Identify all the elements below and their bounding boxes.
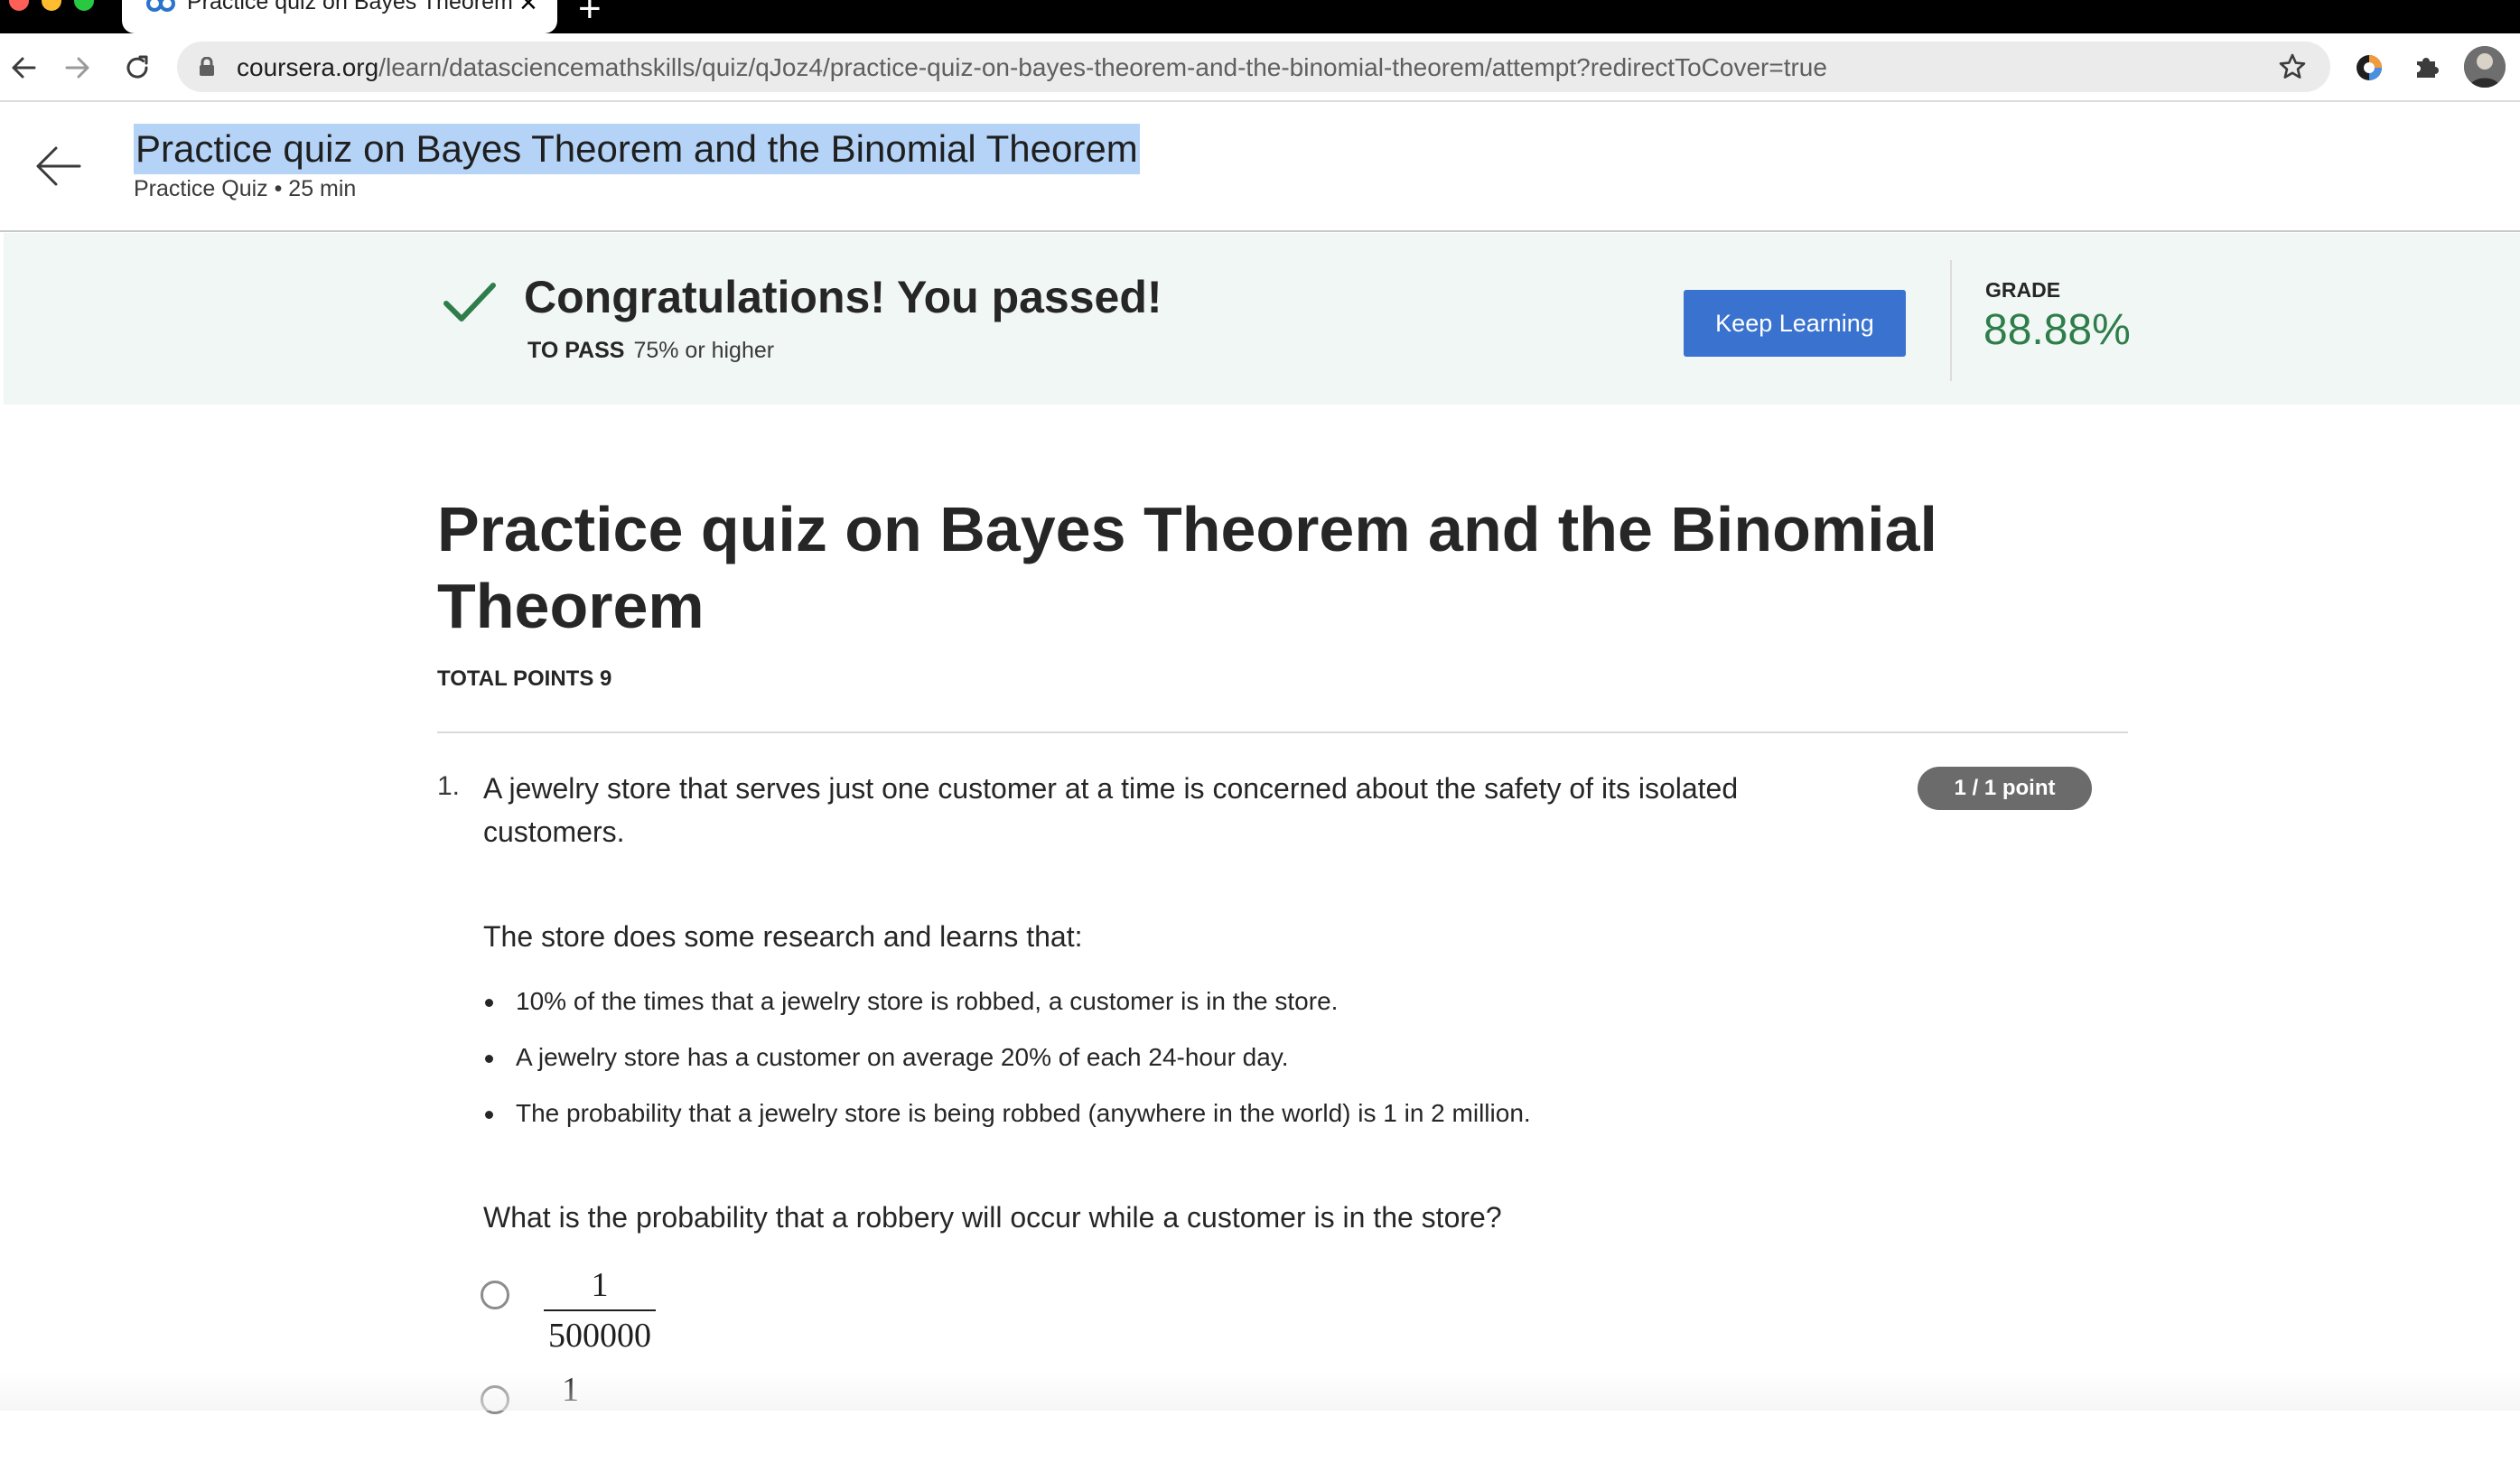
section-divider xyxy=(437,731,2128,733)
answer-fraction: 1 500000 xyxy=(544,1264,656,1356)
bookmark-star-icon[interactable] xyxy=(2278,52,2307,81)
url-text: coursera.org/learn/datasciencemathskills… xyxy=(237,53,1827,82)
answer-radio[interactable] xyxy=(481,1385,509,1414)
to-pass-value: 75% or higher xyxy=(633,338,775,363)
pass-message: Congratulations! You passed! xyxy=(524,272,1162,322)
total-points: TOTAL POINTS 9 xyxy=(437,666,612,691)
list-item: The probability that a jewelry store is … xyxy=(483,1096,1531,1152)
to-pass-label: TO PASS xyxy=(527,338,625,363)
question-number: 1. xyxy=(437,771,461,801)
reload-icon xyxy=(126,55,148,79)
profile-avatar[interactable] xyxy=(2464,46,2506,88)
tab-close-icon[interactable]: × xyxy=(519,0,537,18)
window-close-dot[interactable] xyxy=(9,0,29,11)
page-title: Practice quiz on Bayes Theorem and the B… xyxy=(134,124,1140,174)
fraction-numerator: 1 xyxy=(562,1371,579,1409)
points-badge: 1 / 1 point xyxy=(1918,767,2092,810)
question-prompt: What is the probability that a robbery w… xyxy=(483,1201,1502,1234)
answer-option[interactable]: 1 500000 xyxy=(481,1266,842,1367)
fraction-denominator: 500000 xyxy=(548,1317,651,1355)
browser-tab-strip: Practice quiz on Bayes Theorem × + xyxy=(0,0,2520,33)
back-to-course-icon[interactable] xyxy=(33,141,83,191)
quiz-heading: Practice quiz on Bayes Theorem and the B… xyxy=(437,494,1937,641)
bottom-fade xyxy=(0,1373,2520,1411)
question-lead: The store does some research and learns … xyxy=(483,920,1083,953)
fact-list: 10% of the times that a jewelry store is… xyxy=(483,984,1531,1152)
answer-radio[interactable] xyxy=(481,1281,509,1309)
browser-tab[interactable]: Practice quiz on Bayes Theorem × xyxy=(122,0,557,33)
forward-arrow-icon xyxy=(65,57,89,79)
tab-title: Practice quiz on Bayes Theorem xyxy=(187,0,512,14)
extension-icon[interactable] xyxy=(2354,52,2385,83)
grade-label: GRADE xyxy=(1985,278,2061,302)
quiz-meta: Practice Quiz • 25 min xyxy=(134,176,357,201)
answer-fraction: 1 xyxy=(562,1369,579,1411)
address-bar[interactable]: coursera.org/learn/datasciencemathskills… xyxy=(177,42,2330,92)
answer-option[interactable]: 1 xyxy=(481,1371,842,1472)
question-text: A jewelry store that serves just one cus… xyxy=(483,772,1739,848)
fraction-numerator: 1 xyxy=(591,1266,609,1304)
list-item: A jewelry store has a customer on averag… xyxy=(483,1040,1531,1096)
url-host: coursera.org xyxy=(237,53,379,81)
forward-button[interactable] xyxy=(60,50,96,86)
new-tab-button[interactable]: + xyxy=(578,0,602,29)
browser-toolbar: coursera.org/learn/datasciencemathskills… xyxy=(0,33,2520,102)
puzzle-extensions-icon[interactable] xyxy=(2412,52,2441,81)
quiz-header: Practice quiz on Bayes Theorem and the B… xyxy=(0,102,2520,232)
url-path: /learn/datasciencemathskills/quiz/qJoz4/… xyxy=(378,53,1827,81)
reload-button[interactable] xyxy=(119,50,155,86)
coursera-favicon-icon xyxy=(146,0,175,12)
window-zoom-dot[interactable] xyxy=(74,0,94,11)
grade-value: 88.88% xyxy=(1983,306,2131,354)
fraction-bar xyxy=(544,1309,656,1311)
list-item: 10% of the times that a jewelry store is… xyxy=(483,984,1531,1040)
back-arrow-icon xyxy=(12,57,36,79)
keep-learning-button[interactable]: Keep Learning xyxy=(1684,290,1906,357)
profile-avatar-icon xyxy=(2464,46,2506,88)
pass-banner: Congratulations! You passed! TO PASS 75% … xyxy=(4,233,2520,405)
lock-icon[interactable] xyxy=(199,57,215,77)
window-minimize-dot[interactable] xyxy=(42,0,61,11)
checkmark-icon xyxy=(443,283,496,321)
back-button[interactable] xyxy=(5,50,42,86)
pass-requirement: TO PASS 75% or higher xyxy=(527,338,774,364)
banner-divider xyxy=(1950,260,1952,381)
